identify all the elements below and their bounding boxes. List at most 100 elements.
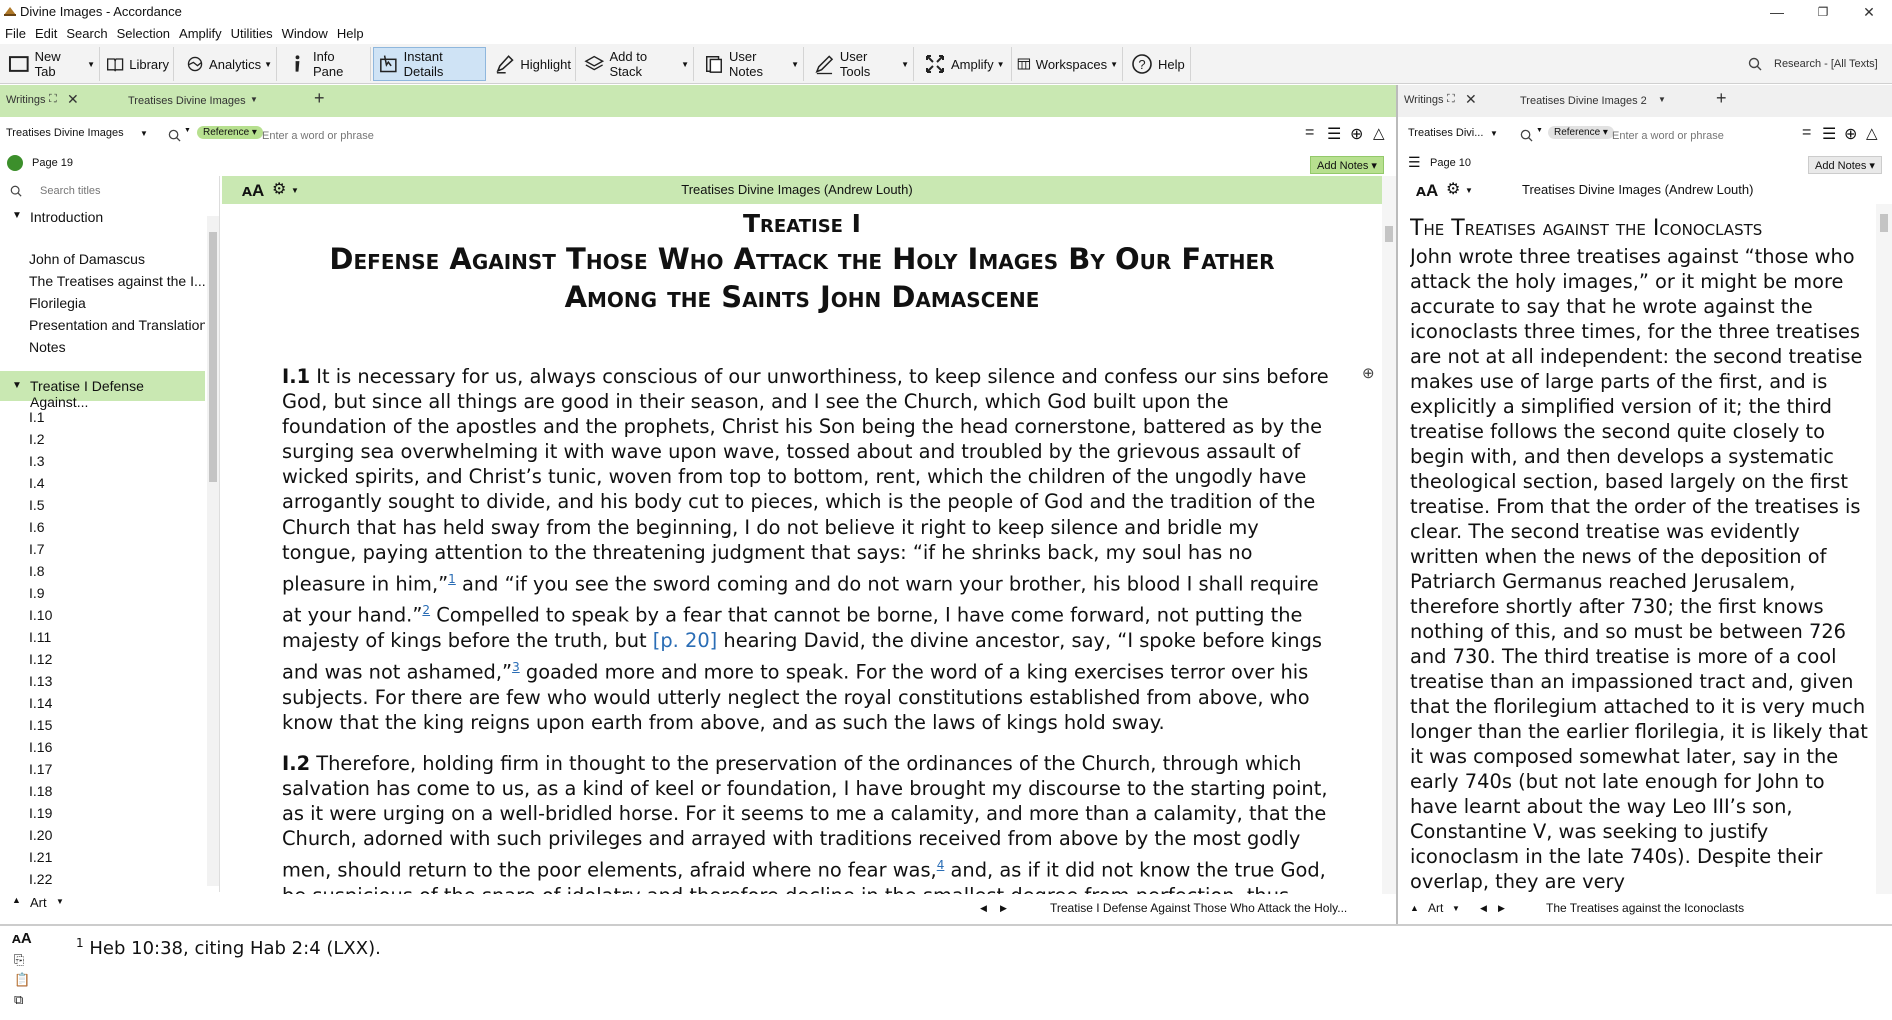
library-button[interactable]: Library xyxy=(102,47,174,81)
list-icon[interactable]: ☰ xyxy=(1327,124,1341,144)
module-select[interactable]: Treatises Divine Images ▼ xyxy=(6,127,154,147)
left-scrollbar[interactable] xyxy=(1382,176,1396,894)
parallel-icon[interactable]: = xyxy=(1305,124,1314,142)
window-icon[interactable]: ⧉ xyxy=(14,992,23,1008)
toc-item[interactable]: John of Damascus xyxy=(0,248,205,270)
next-arrow-icon[interactable]: ▶ xyxy=(1000,896,1007,920)
info-pane-button[interactable]: Info Pane xyxy=(283,47,371,81)
new-tab-button[interactable]: New Tab ▼ xyxy=(4,47,100,81)
toc-treatise-i[interactable]: ▼ Treatise I Defense Against... xyxy=(0,371,205,410)
toc-item[interactable]: I.4 xyxy=(0,472,205,494)
toc-item[interactable]: I.18 xyxy=(0,780,205,802)
search-titles-field[interactable]: Search titles xyxy=(0,180,218,202)
toc-item[interactable]: I.10 xyxy=(0,604,205,626)
parallel-icon[interactable]: = xyxy=(1802,124,1811,142)
toc-item[interactable]: I.8 xyxy=(0,560,205,582)
maximize-icon[interactable]: ⛶ xyxy=(1447,93,1455,106)
toc-item[interactable]: I.17 xyxy=(0,758,205,780)
right-text-pane[interactable]: The Treatises against the Iconoclasts Jo… xyxy=(1410,212,1874,894)
expand-up-icon[interactable]: ▲ xyxy=(1410,896,1419,920)
toc-item[interactable]: I.19 xyxy=(0,802,205,824)
tab-treatises-divine-images-2[interactable]: Treatises Divine Images 2 ▼ xyxy=(1482,87,1682,117)
prev-arrow-icon[interactable]: ◀ xyxy=(1480,896,1487,920)
workspaces-button[interactable]: Workspaces ▼ xyxy=(1013,47,1123,81)
chevron-down-icon[interactable]: ▼ xyxy=(1452,897,1460,921)
toc-list-icon[interactable]: ☰ xyxy=(1408,154,1421,171)
close-pane-icon[interactable]: ✕ xyxy=(67,91,79,108)
footnote-link[interactable]: 1 xyxy=(448,572,456,586)
menu-amplify[interactable]: Amplify xyxy=(179,26,222,41)
expand-up-icon[interactable]: ▲ xyxy=(12,895,21,905)
amplify-button[interactable]: Amplify ▼ xyxy=(920,47,1012,81)
left-scroll-thumb[interactable] xyxy=(1385,226,1393,242)
toc-item[interactable]: I.21 xyxy=(0,846,205,868)
list-icon[interactable]: ☰ xyxy=(1822,124,1836,144)
footnote-link[interactable]: 2 xyxy=(422,603,430,617)
add-circle-icon[interactable]: ⊕ xyxy=(1362,364,1375,382)
menu-selection[interactable]: Selection xyxy=(117,26,170,41)
help-button[interactable]: ? Help xyxy=(1127,47,1191,81)
copy-icon[interactable]: ⎘ xyxy=(14,952,24,968)
user-notes-button[interactable]: User Notes ▼ xyxy=(700,47,804,81)
footnote-link[interactable]: 3 xyxy=(512,660,520,674)
left-text-pane[interactable]: Treatise I Defense Against Those Who Att… xyxy=(222,204,1382,894)
toc-item[interactable]: I.9 xyxy=(0,582,205,604)
triangle-icon[interactable]: △ xyxy=(1373,124,1385,142)
right-scroll-thumb[interactable] xyxy=(1880,214,1888,232)
menu-edit[interactable]: Edit xyxy=(35,26,57,41)
toc-item[interactable]: Presentation and Translation xyxy=(0,314,205,336)
analytics-button[interactable]: Analytics ▼ xyxy=(182,47,277,81)
text-size-icon[interactable]: ᴀA xyxy=(12,930,32,947)
toc-item[interactable]: I.15 xyxy=(0,714,205,736)
chevron-down-icon[interactable]: ▼ xyxy=(56,897,64,906)
toc-item[interactable]: I.7 xyxy=(0,538,205,560)
toc-item[interactable]: Florilegia xyxy=(0,292,205,314)
close-window-button[interactable]: ✕ xyxy=(1846,0,1892,24)
search-icon[interactable] xyxy=(168,129,181,142)
add-notes-button[interactable]: Add Notes ▾ xyxy=(1808,156,1882,174)
text-size-icon[interactable]: ᴀA xyxy=(1416,177,1438,205)
maximize-icon[interactable]: ⛶ xyxy=(49,93,57,106)
toc-item[interactable]: I.1 xyxy=(0,406,205,428)
add-parallel-icon[interactable]: ⊕ xyxy=(1844,124,1857,144)
module-select[interactable]: Treatises Divi... ▼ xyxy=(1408,127,1498,147)
search-input[interactable] xyxy=(1612,125,1792,147)
search-input[interactable] xyxy=(262,125,1297,147)
menu-file[interactable]: File xyxy=(5,26,26,41)
add-parallel-icon[interactable]: ⊕ xyxy=(1350,124,1363,144)
toc-item[interactable]: I.6 xyxy=(0,516,205,538)
menu-window[interactable]: Window xyxy=(282,26,328,41)
gear-icon[interactable]: ⚙ xyxy=(1446,176,1460,204)
toc-scroll-thumb[interactable] xyxy=(209,232,217,482)
toc-scrollbar[interactable] xyxy=(207,216,219,886)
toc-item[interactable]: I.13 xyxy=(0,670,205,692)
toc-item[interactable]: I.5 xyxy=(0,494,205,516)
toc-item[interactable]: Notes xyxy=(0,336,205,358)
toc-item[interactable]: I.16 xyxy=(0,736,205,758)
toc-item[interactable]: The Treatises against the I... xyxy=(0,270,205,292)
restore-button[interactable]: ❐ xyxy=(1800,0,1846,24)
toc-item[interactable]: I.14 xyxy=(0,692,205,714)
toc-icon[interactable] xyxy=(7,155,23,171)
toc-item[interactable]: I.20 xyxy=(0,824,205,846)
search-options-caret[interactable]: ▼ xyxy=(184,127,191,134)
menu-search[interactable]: Search xyxy=(66,26,107,41)
clipboard-icon[interactable]: 📋 xyxy=(14,972,30,988)
toc-item[interactable]: I.2 xyxy=(0,428,205,450)
search-icon[interactable] xyxy=(1520,129,1533,142)
add-tab-button[interactable]: + xyxy=(314,88,325,109)
prev-arrow-icon[interactable]: ◀ xyxy=(980,896,987,920)
search-mode-pill[interactable]: Reference ▾ xyxy=(1548,126,1614,139)
toc-introduction[interactable]: ▼ Introduction xyxy=(0,208,205,228)
toc-item[interactable]: I.22 xyxy=(0,868,205,890)
instant-details-button[interactable]: Instant Details xyxy=(373,47,486,81)
close-pane-icon[interactable]: ✕ xyxy=(1465,91,1477,108)
search-mode-pill[interactable]: Reference ▾ xyxy=(197,126,263,139)
next-arrow-icon[interactable]: ▶ xyxy=(1498,896,1505,920)
settings-caret[interactable]: ▼ xyxy=(1465,177,1473,205)
user-tools-button[interactable]: User Tools ▼ xyxy=(810,47,914,81)
verse-number[interactable]: I.1 xyxy=(282,365,310,388)
toc-item[interactable]: I.3 xyxy=(0,450,205,472)
tab-caret-icon[interactable]: ▼ xyxy=(250,95,258,104)
pane-divider[interactable] xyxy=(1396,85,1398,924)
